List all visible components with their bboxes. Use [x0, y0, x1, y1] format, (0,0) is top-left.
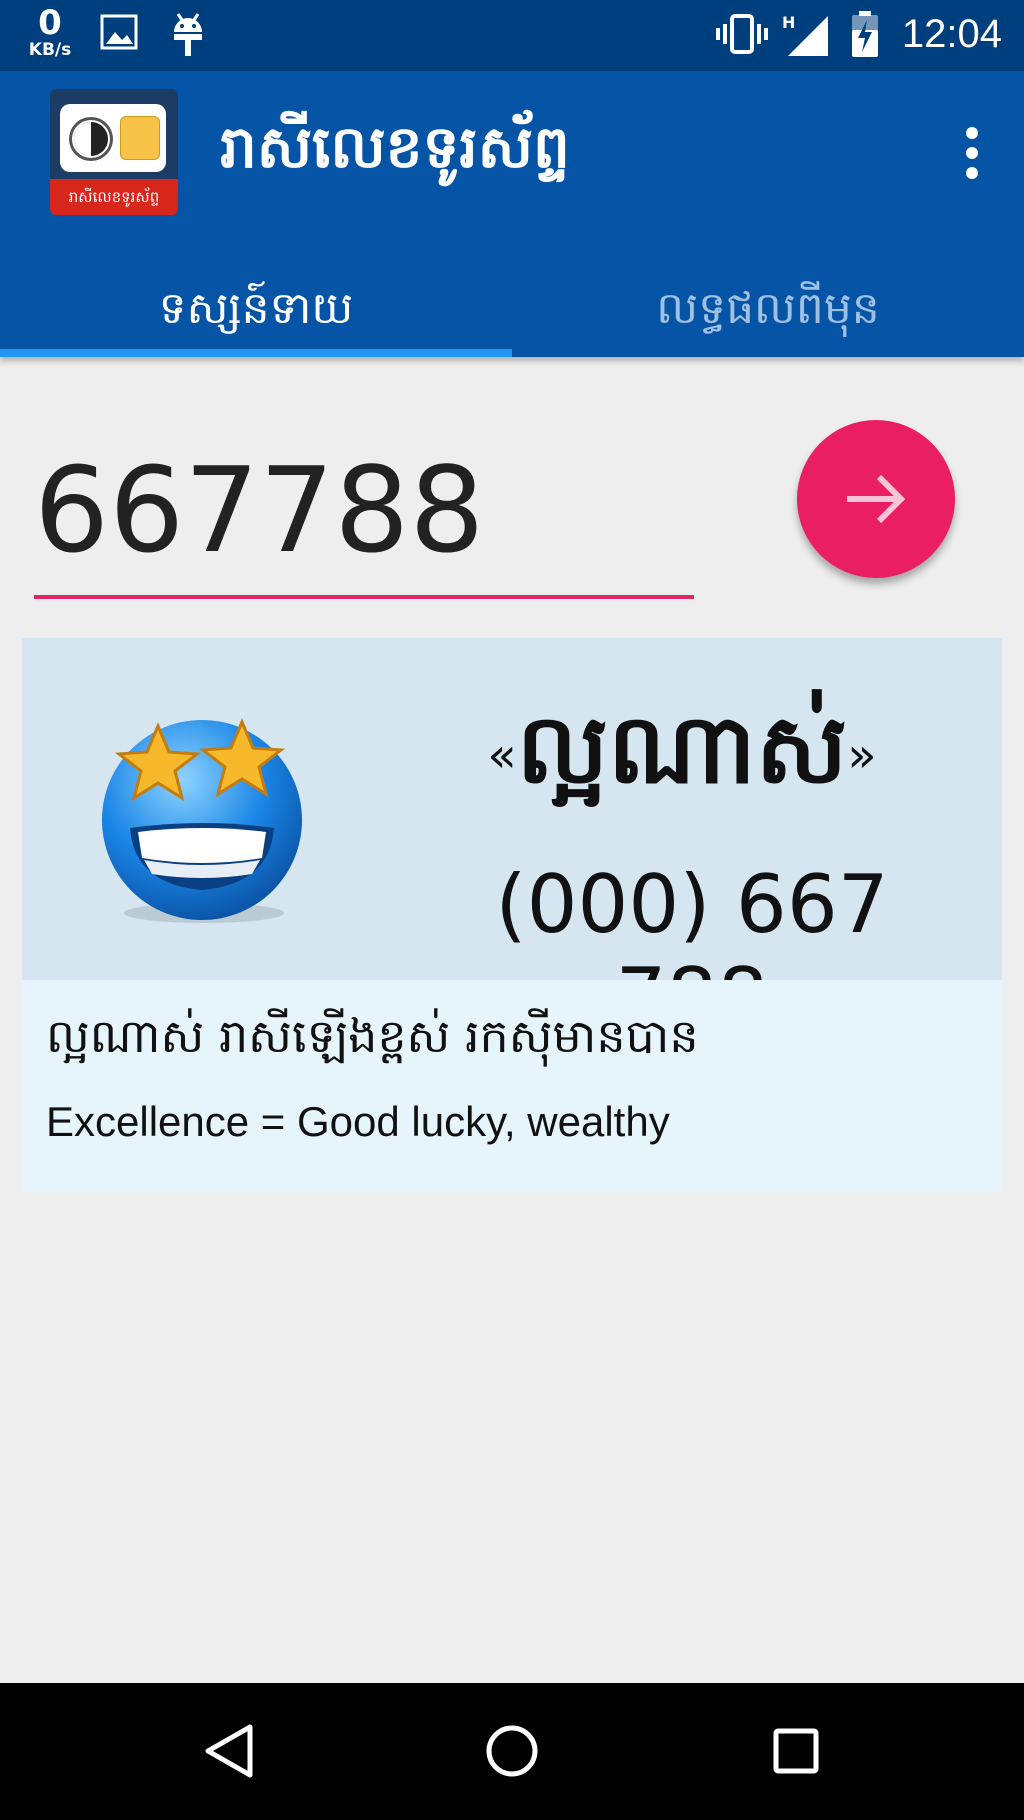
phone-number-input[interactable] [34, 425, 694, 599]
net-speed-unit: KB/s [28, 40, 72, 60]
net-speed-value: 0 [38, 3, 62, 43]
vibrate-icon [716, 12, 768, 60]
signal-h-icon: H [782, 12, 830, 62]
arrow-right-icon [847, 474, 906, 524]
more-vert-icon[interactable] [960, 127, 984, 179]
back-icon[interactable] [200, 1721, 260, 1781]
app-logo-label: រាសីលេខទូរស័ព្ទ [50, 179, 178, 215]
app-bar: រាសីលេខទូរស័ព្ទ រាសីលេខទូរស័ព្ទ ទស្សន៍ទា… [0, 71, 1024, 357]
yin-yang-icon [72, 120, 110, 158]
verdict-text: ល្អណាស់ [516, 693, 848, 805]
navigation-bar [0, 1683, 1024, 1820]
result-description: ល្អណាស់ រាសីឡើងខ្ពស់ រកស៊ីមានបាន Excelle… [22, 980, 1002, 1192]
battery-charging-icon [850, 10, 880, 62]
tab-indicator [0, 349, 512, 357]
svg-text:H: H [782, 13, 795, 32]
result-summary: «ល្អណាស់» (000) 667 788 [22, 638, 1002, 1044]
sim-card-graphic [60, 104, 166, 172]
tab-bar: ទស្សន៍ទាយ លទ្ធផលពីមុន [0, 261, 1024, 357]
android-icon [170, 10, 206, 62]
description-english: Excellence = Good lucky, wealthy [46, 1098, 670, 1145]
verdict: «ល្អណាស់» [442, 688, 922, 829]
star-eyes-smiley-icon [92, 708, 312, 928]
tab-previous-results[interactable]: លទ្ធផលពីមុន [512, 261, 1024, 357]
recents-icon[interactable] [766, 1721, 826, 1781]
status-bar: 0 KB/s H 12:04 [0, 0, 1024, 71]
app-title: រាសីលេខទូរស័ព្ទ [220, 113, 570, 181]
image-icon [100, 14, 138, 54]
app-logo-icon: រាសីលេខទូរស័ព្ទ [50, 89, 178, 215]
sim-chip-icon [120, 116, 160, 160]
home-icon[interactable] [482, 1721, 542, 1781]
description-khmer: ល្អណាស់ រាសីឡើងខ្ពស់ រកស៊ីមានបាន [46, 1009, 699, 1063]
tab-predict[interactable]: ទស្សន៍ទាយ [0, 261, 512, 357]
clock: 12:04 [901, 12, 1002, 56]
submit-button[interactable] [797, 420, 955, 578]
verdict-open-quote: « [487, 727, 517, 784]
verdict-close-quote: » [847, 727, 877, 784]
net-speed-indicator: 0 KB/s [24, 6, 76, 59]
